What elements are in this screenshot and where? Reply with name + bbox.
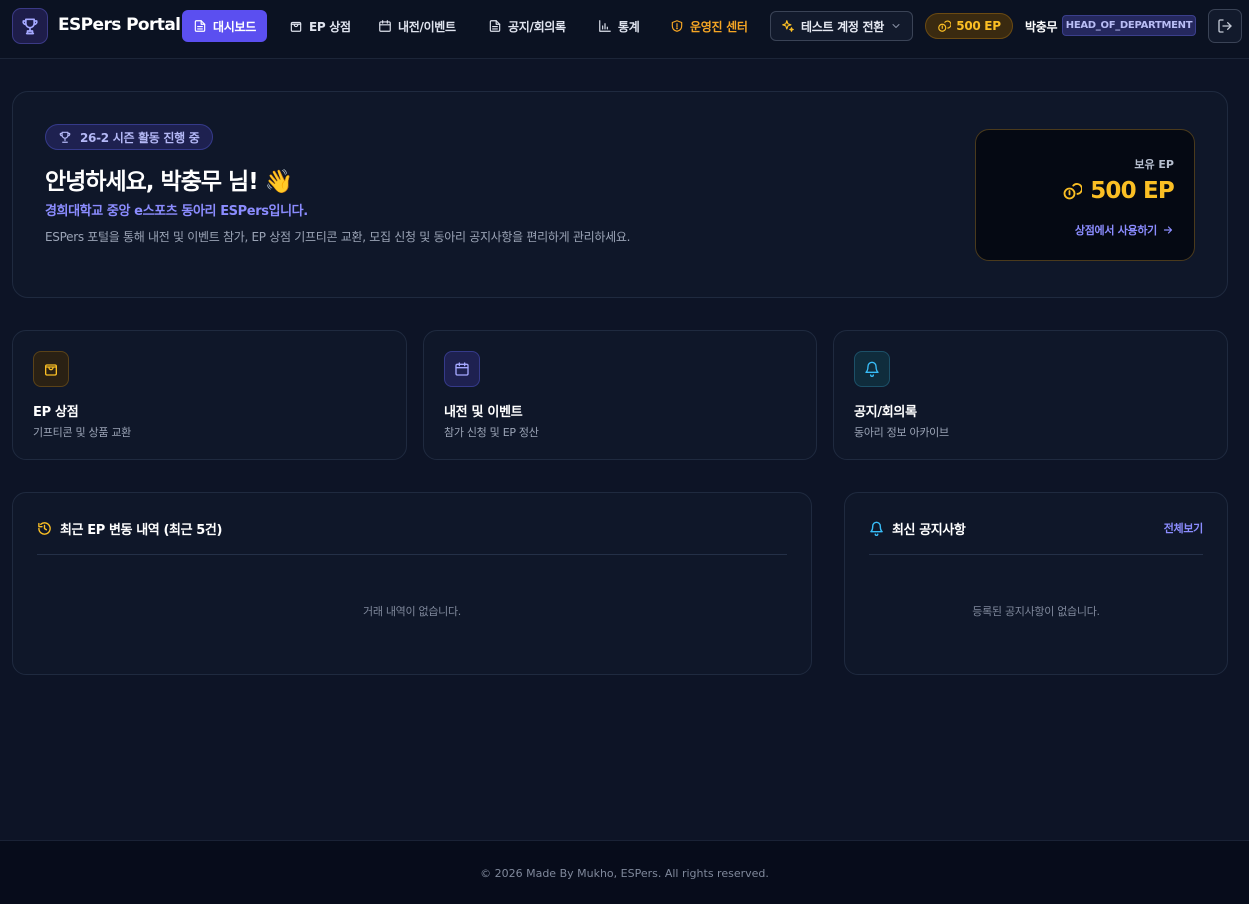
nav-label: EP 상점 [309,19,351,34]
document-icon [194,20,206,32]
top-header: ESPers Portal 대시보드 EP 상점 내전/이벤트 공지/회의록 통… [0,0,1249,59]
nav-notices[interactable]: 공지/회의록 [488,10,566,42]
bar-chart-icon [599,20,611,32]
user-name: 박충무 [1025,20,1058,34]
trophy-icon [59,131,71,143]
quick-card-events[interactable]: 내전 및 이벤트 참가 신청 및 EP 정산 [423,330,817,460]
quick-card-notices[interactable]: 공지/회의록 동아리 정보 아카이브 [833,330,1228,460]
brand-name[interactable]: ESPers Portal [58,15,181,35]
role-badge: HEAD_OF_DEPARTMENT [1062,15,1196,36]
shopping-bag-icon [290,21,302,32]
calendar-icon [379,20,391,32]
switch-account-button[interactable]: 테스트 계정 전환 [770,11,913,41]
sparkles-icon [782,20,794,32]
nav-label: 운영진 센터 [690,19,748,34]
notices-empty: 등록된 공지사항이 없습니다. [972,605,1100,618]
hero-description: ESPers 포털을 통해 내전 및 이벤트 참가, EP 상점 기프티콘 교환… [45,230,631,244]
welcome-hero: 26-2 시즌 활동 진행 중 안녕하세요, 박충무 님! 👋 경희대학교 중앙… [12,91,1228,298]
use-in-shop-label: 상점에서 사용하기 [1074,224,1157,237]
greeting-title: 안녕하세요, 박충무 님! 👋 [45,169,293,195]
notices-header: 최신 공지사항 [869,519,966,538]
quick-card-desc: 기프티콘 및 상품 교환 [33,426,131,439]
notices-panel: 최신 공지사항 전체보기 등록된 공지사항이 없습니다. [844,492,1228,675]
quick-card-title: 공지/회의록 [854,405,917,420]
coins-icon [938,20,952,32]
club-subheading: 경희대학교 중앙 e스포츠 동아리 ESPers입니다. [45,204,308,219]
divider [869,554,1203,555]
arrow-right-icon [1163,226,1173,234]
view-all-link[interactable]: 전체보기 [1164,520,1204,536]
nav-label: 내전/이벤트 [398,19,456,34]
season-badge-text: 26-2 시즌 활동 진행 중 [80,130,200,145]
calendar-icon [455,362,469,376]
ep-card-value-text: 500 EP [1090,178,1175,204]
ep-balance-pill[interactable]: 500 EP [925,13,1013,39]
bell-icon [865,361,879,377]
ep-history-panel: 최근 EP 변동 내역 (최근 5건) 거래 내역이 없습니다. [12,492,812,675]
nav-label: 대시보드 [213,19,256,34]
bell-icon [870,521,883,536]
history-icon [38,522,51,535]
nav-label: 통계 [618,19,640,34]
switch-account-label: 테스트 계정 전환 [801,19,884,34]
nav-events[interactable]: 내전/이벤트 [378,10,456,42]
nav-label: 공지/회의록 [508,19,566,34]
quick-card-icon-box [854,351,890,387]
ep-balance-text: 500 EP [956,19,1001,33]
ep-card-value: 500 EP [1062,178,1175,204]
shield-icon [671,20,683,32]
ep-history-header: 최근 EP 변동 내역 (최근 5건) [37,519,222,538]
quick-card-desc: 동아리 정보 아카이브 [854,426,949,439]
divider [37,554,787,555]
quick-card-icon-box [33,351,69,387]
document-icon [489,20,501,32]
ep-card-label: 보유 EP [1134,158,1174,171]
notices-title: 최신 공지사항 [892,523,966,538]
shopping-bag-icon [45,364,57,376]
quick-card-title: 내전 및 이벤트 [444,405,523,420]
use-in-shop-link[interactable]: 상점에서 사용하기 [1075,222,1174,238]
quick-card-desc: 참가 신청 및 EP 정산 [444,426,539,439]
logo[interactable] [12,8,48,44]
quick-card-ep-shop[interactable]: EP 상점 기프티콘 및 상품 교환 [12,330,407,460]
ep-history-empty: 거래 내역이 없습니다. [363,605,461,618]
chevron-down-icon [892,24,900,28]
nav-admin-center[interactable]: 운영진 센터 [670,10,748,42]
nav-ep-shop[interactable]: EP 상점 [289,10,351,42]
logout-button[interactable] [1208,9,1242,43]
nav-stats[interactable]: 통계 [598,10,640,42]
trophy-icon [22,18,38,35]
ep-history-title: 최근 EP 변동 내역 (최근 5건) [60,523,223,538]
footer-copyright: © 2026 Made By Mukho, ESPers. All rights… [480,867,769,880]
footer: © 2026 Made By Mukho, ESPers. All rights… [0,840,1249,904]
ep-balance-card: 보유 EP 500 EP 상점에서 사용하기 [975,129,1195,261]
logout-icon [1218,19,1232,33]
quick-card-title: EP 상점 [33,405,79,420]
nav-dashboard[interactable]: 대시보드 [182,10,267,42]
season-badge: 26-2 시즌 활동 진행 중 [45,124,213,150]
coins-icon [1063,183,1083,200]
quick-card-icon-box [444,351,480,387]
